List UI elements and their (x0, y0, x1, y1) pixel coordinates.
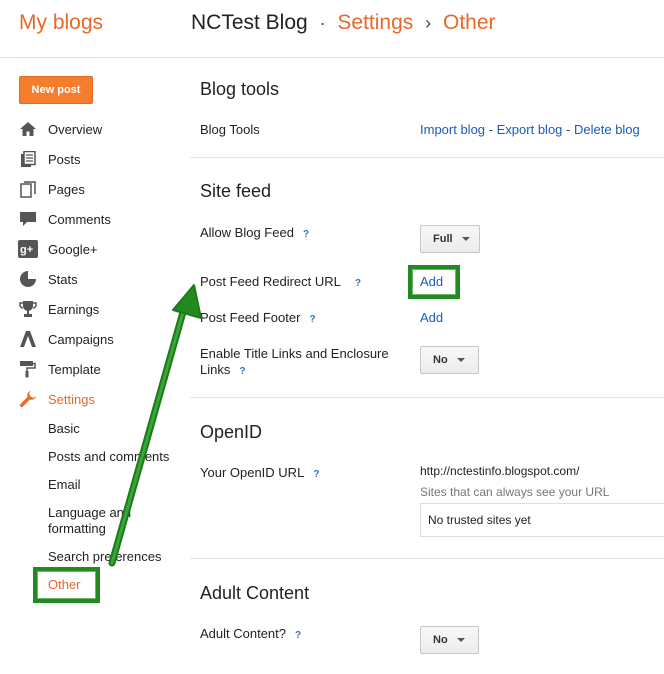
sidebar-item-campaigns[interactable]: Campaigns (18, 328, 114, 350)
new-post-button[interactable]: New post (19, 76, 93, 104)
trusted-sites-box: No trusted sites yet (420, 503, 664, 537)
sidebar-item-label: Settings (48, 391, 95, 407)
help-icon[interactable]: ? (303, 227, 309, 243)
breadcrumb-blog-name[interactable]: NCTest Blog (191, 11, 308, 34)
help-icon[interactable]: ? (313, 467, 319, 483)
post-feed-redirect-add-link[interactable]: Add (420, 274, 443, 289)
pages-icon (18, 180, 38, 198)
enclosure-links-value: No (433, 354, 448, 366)
highlight-other-box (33, 567, 100, 603)
sidebar-subitem-basic[interactable]: Basic (48, 421, 188, 437)
allow-blog-feed-value: Full (433, 233, 453, 245)
openid-trusted-note: Sites that can always see your URL (420, 485, 610, 499)
section-title-adult-content: Adult Content (200, 583, 310, 603)
allow-blog-feed-dropdown[interactable]: Full (420, 225, 480, 253)
sidebar-item-stats[interactable]: Stats (18, 268, 78, 290)
sidebar-item-label: Stats (48, 271, 78, 287)
post-feed-footer-label: Post Feed Footer? (200, 310, 316, 328)
google-plus-icon: g+ (18, 240, 38, 258)
sidebar-item-label: Posts (48, 151, 81, 167)
caret-down-icon (456, 358, 465, 362)
sidebar-item-google-plus[interactable]: g+ Google+ (18, 238, 98, 260)
sidebar-item-pages[interactable]: Pages (18, 178, 85, 200)
section-title-openid: OpenID (200, 422, 263, 442)
adult-content-text: Adult Content? (200, 626, 287, 641)
enclosure-links-dropdown[interactable]: No (420, 346, 479, 374)
trophy-icon (18, 300, 38, 318)
import-blog-link[interactable]: Import blog (420, 122, 485, 137)
adult-content-dropdown[interactable]: No (420, 626, 479, 654)
sidebar-item-posts[interactable]: Posts (18, 148, 81, 170)
post-feed-footer-add-link[interactable]: Add (420, 310, 443, 325)
section-title-site-feed: Site feed (200, 181, 272, 201)
link-separator: - (488, 122, 494, 137)
delete-blog-link[interactable]: Delete blog (574, 122, 640, 137)
posts-icon (18, 150, 38, 168)
sidebar-item-label: Earnings (48, 301, 100, 317)
openid-url-text: Your OpenID URL (200, 465, 305, 480)
allow-blog-feed-label: Allow Blog Feed? (200, 225, 309, 243)
svg-text:g+: g+ (20, 244, 33, 256)
sidebar-item-overview[interactable]: Overview (18, 118, 102, 140)
help-icon[interactable]: ? (239, 364, 245, 380)
adult-content-value: No (433, 634, 448, 646)
section-divider (190, 157, 664, 158)
breadcrumb-settings[interactable]: Settings (337, 11, 413, 34)
my-blogs-link[interactable]: My blogs (19, 11, 103, 35)
openid-url-value: http://nctestinfo.blogspot.com/ (420, 464, 580, 478)
sidebar-subitem-search-preferences[interactable]: Search preferences (48, 549, 188, 565)
adult-content-label: Adult Content?? (200, 626, 301, 644)
help-icon[interactable]: ? (295, 628, 301, 644)
sidebar-subitem-language-and-formatting[interactable]: Language and formatting (48, 505, 144, 537)
wrench-icon (18, 390, 38, 408)
openid-url-label: Your OpenID URL? (200, 465, 319, 483)
post-feed-redirect-text: Post Feed Redirect URL (200, 274, 341, 289)
sidebar-item-label: Comments (48, 211, 111, 227)
post-feed-footer-text: Post Feed Footer (200, 310, 301, 325)
breadcrumb-current: Other (442, 11, 496, 34)
blog-tools-links: Import blog - Export blog - Delete blog (420, 122, 640, 137)
blog-tools-label: Blog Tools (200, 122, 260, 137)
caret-down-icon (456, 638, 465, 642)
campaigns-icon (18, 330, 38, 348)
enclosure-links-label: Enable Title Links and Enclosure Links? (200, 346, 405, 380)
sidebar-item-label: Overview (48, 121, 103, 137)
export-blog-link[interactable]: Export blog (497, 122, 563, 137)
sidebar-item-label: Campaigns (48, 331, 114, 347)
home-icon (18, 120, 38, 138)
sidebar-item-label: Google+ (48, 241, 98, 257)
help-icon[interactable]: ? (355, 276, 361, 292)
section-divider (190, 558, 664, 559)
sidebar-item-label: Pages (48, 181, 85, 197)
sidebar-item-settings[interactable]: Settings (18, 388, 95, 410)
section-title-blog-tools: Blog tools (200, 79, 280, 99)
breadcrumb-separator: › (425, 13, 432, 33)
sidebar-item-earnings[interactable]: Earnings (18, 298, 99, 320)
help-icon[interactable]: ? (309, 312, 315, 328)
enclosure-links-text: Enable Title Links and Enclosure Links (200, 346, 389, 377)
stats-icon (18, 270, 38, 288)
top-header: My blogs NCTest Blog · Settings › Other (0, 0, 664, 58)
comments-icon (18, 210, 38, 228)
paint-roller-icon (18, 360, 38, 378)
sidebar-item-comments[interactable]: Comments (18, 208, 111, 230)
sidebar-subitem-posts-and-comments[interactable]: Posts and comments (48, 449, 188, 465)
sidebar-item-label: Template (48, 361, 101, 377)
breadcrumb: NCTest Blog · Settings › Other (191, 11, 496, 35)
allow-blog-feed-text: Allow Blog Feed (200, 225, 294, 240)
caret-down-icon (461, 237, 470, 241)
sidebar-item-template[interactable]: Template (18, 358, 101, 380)
breadcrumb-separator: · (319, 13, 326, 33)
sidebar-subitem-email[interactable]: Email (48, 477, 188, 493)
post-feed-redirect-label: Post Feed Redirect URL? (200, 274, 361, 292)
link-separator: - (566, 122, 571, 137)
section-divider (190, 397, 664, 398)
